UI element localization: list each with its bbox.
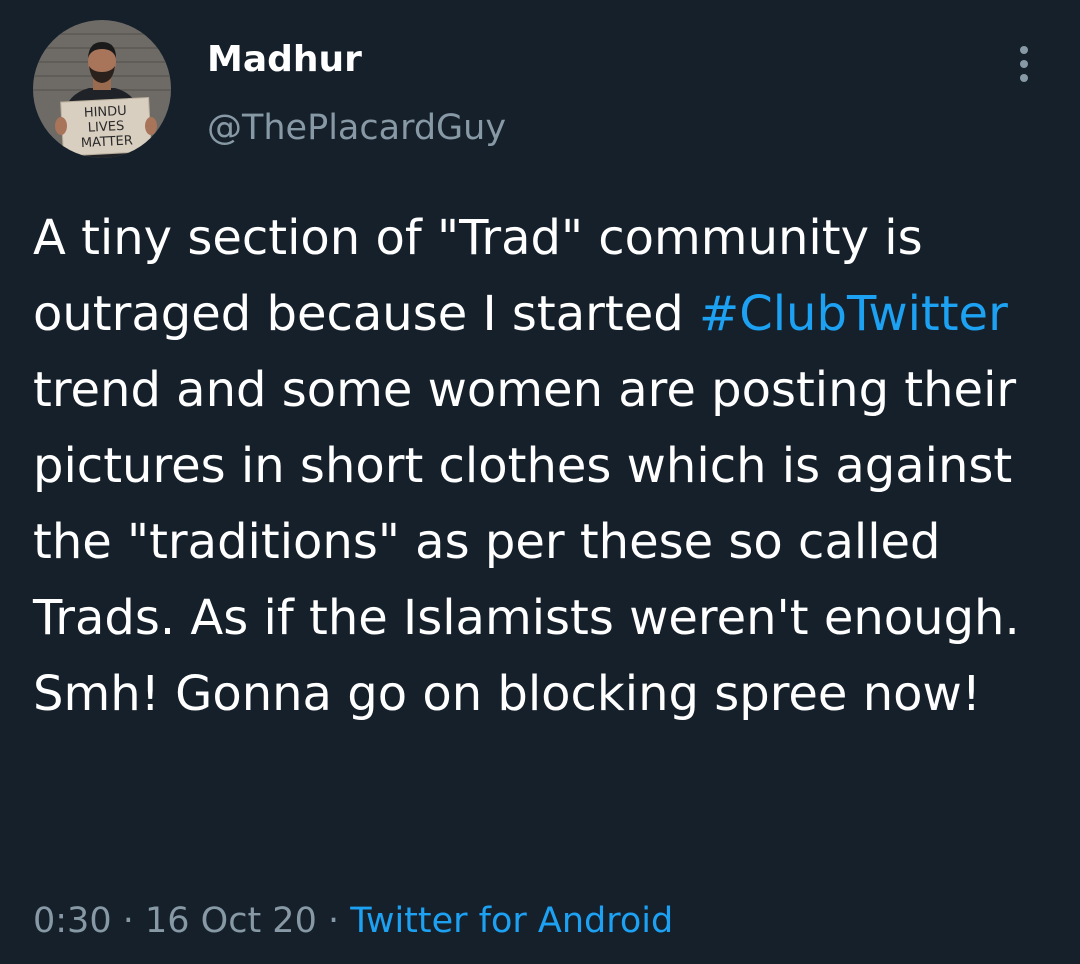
- tweet-source-link[interactable]: Twitter for Android: [350, 901, 673, 941]
- tweet-text-part2: trend and some women are posting their p…: [33, 362, 1020, 722]
- author-display-name[interactable]: Madhur: [207, 38, 362, 82]
- tweet-text: A tiny section of "Trad" community is ou…: [33, 200, 1043, 732]
- meta-separator: ·: [316, 901, 351, 941]
- more-options-button[interactable]: [1006, 40, 1042, 88]
- more-vertical-icon: [1020, 46, 1028, 82]
- avatar-image: HINDULIVESMATTER: [33, 20, 171, 158]
- avatar[interactable]: HINDU LIVES MATTER: [33, 20, 171, 158]
- placard-text-line: MATTER: [81, 133, 134, 151]
- tweet-meta: 0:30 · 16 Oct 20 · Twitter for Android: [33, 896, 673, 946]
- author-handle[interactable]: @ThePlacardGuy: [207, 106, 506, 150]
- meta-separator: ·: [111, 901, 145, 941]
- tweet-time[interactable]: 0:30: [33, 901, 112, 941]
- tweet-date[interactable]: 16 Oct 20: [145, 901, 317, 941]
- hashtag-link[interactable]: #ClubTwitter: [699, 286, 1008, 342]
